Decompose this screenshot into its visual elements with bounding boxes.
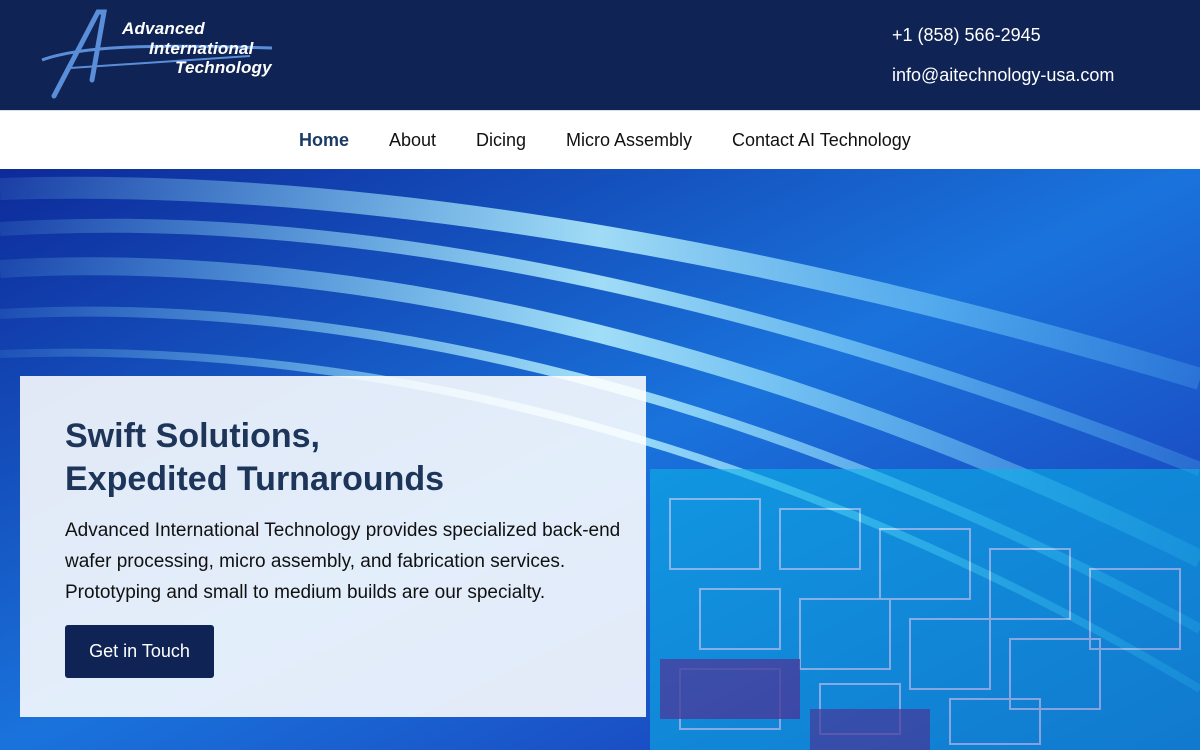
site-logo[interactable]: Advanced International Technology bbox=[40, 8, 280, 100]
nav-item-micro-assembly[interactable]: Micro Assembly bbox=[566, 130, 692, 151]
nav-item-contact[interactable]: Contact AI Technology bbox=[732, 130, 911, 151]
hero-headline: Swift Solutions, Expedited Turnarounds bbox=[65, 415, 625, 501]
logo-text-line2: International bbox=[149, 39, 254, 58]
hero-body-text: Advanced International Technology provid… bbox=[65, 520, 621, 603]
nav-item-about[interactable]: About bbox=[389, 130, 436, 151]
logo-text-line3: Technology bbox=[175, 58, 272, 77]
hero-headline-line2: Expedited Turnarounds bbox=[65, 460, 445, 498]
logo-text-line1: Advanced bbox=[122, 19, 205, 38]
get-in-touch-button[interactable]: Get in Touch bbox=[65, 625, 214, 678]
nav-item-dicing[interactable]: Dicing bbox=[476, 130, 526, 151]
nav-item-home[interactable]: Home bbox=[299, 130, 349, 151]
main-navigation: Home About Dicing Micro Assembly Contact… bbox=[0, 110, 1200, 169]
header-email-link[interactable]: info@aitechnology-usa.com bbox=[892, 65, 1114, 86]
header-phone-link[interactable]: +1 (858) 566-2945 bbox=[892, 25, 1041, 46]
hero-headline-line1: Swift Solutions, bbox=[65, 417, 320, 455]
site-header: Advanced International Technology +1 (85… bbox=[0, 0, 1200, 110]
